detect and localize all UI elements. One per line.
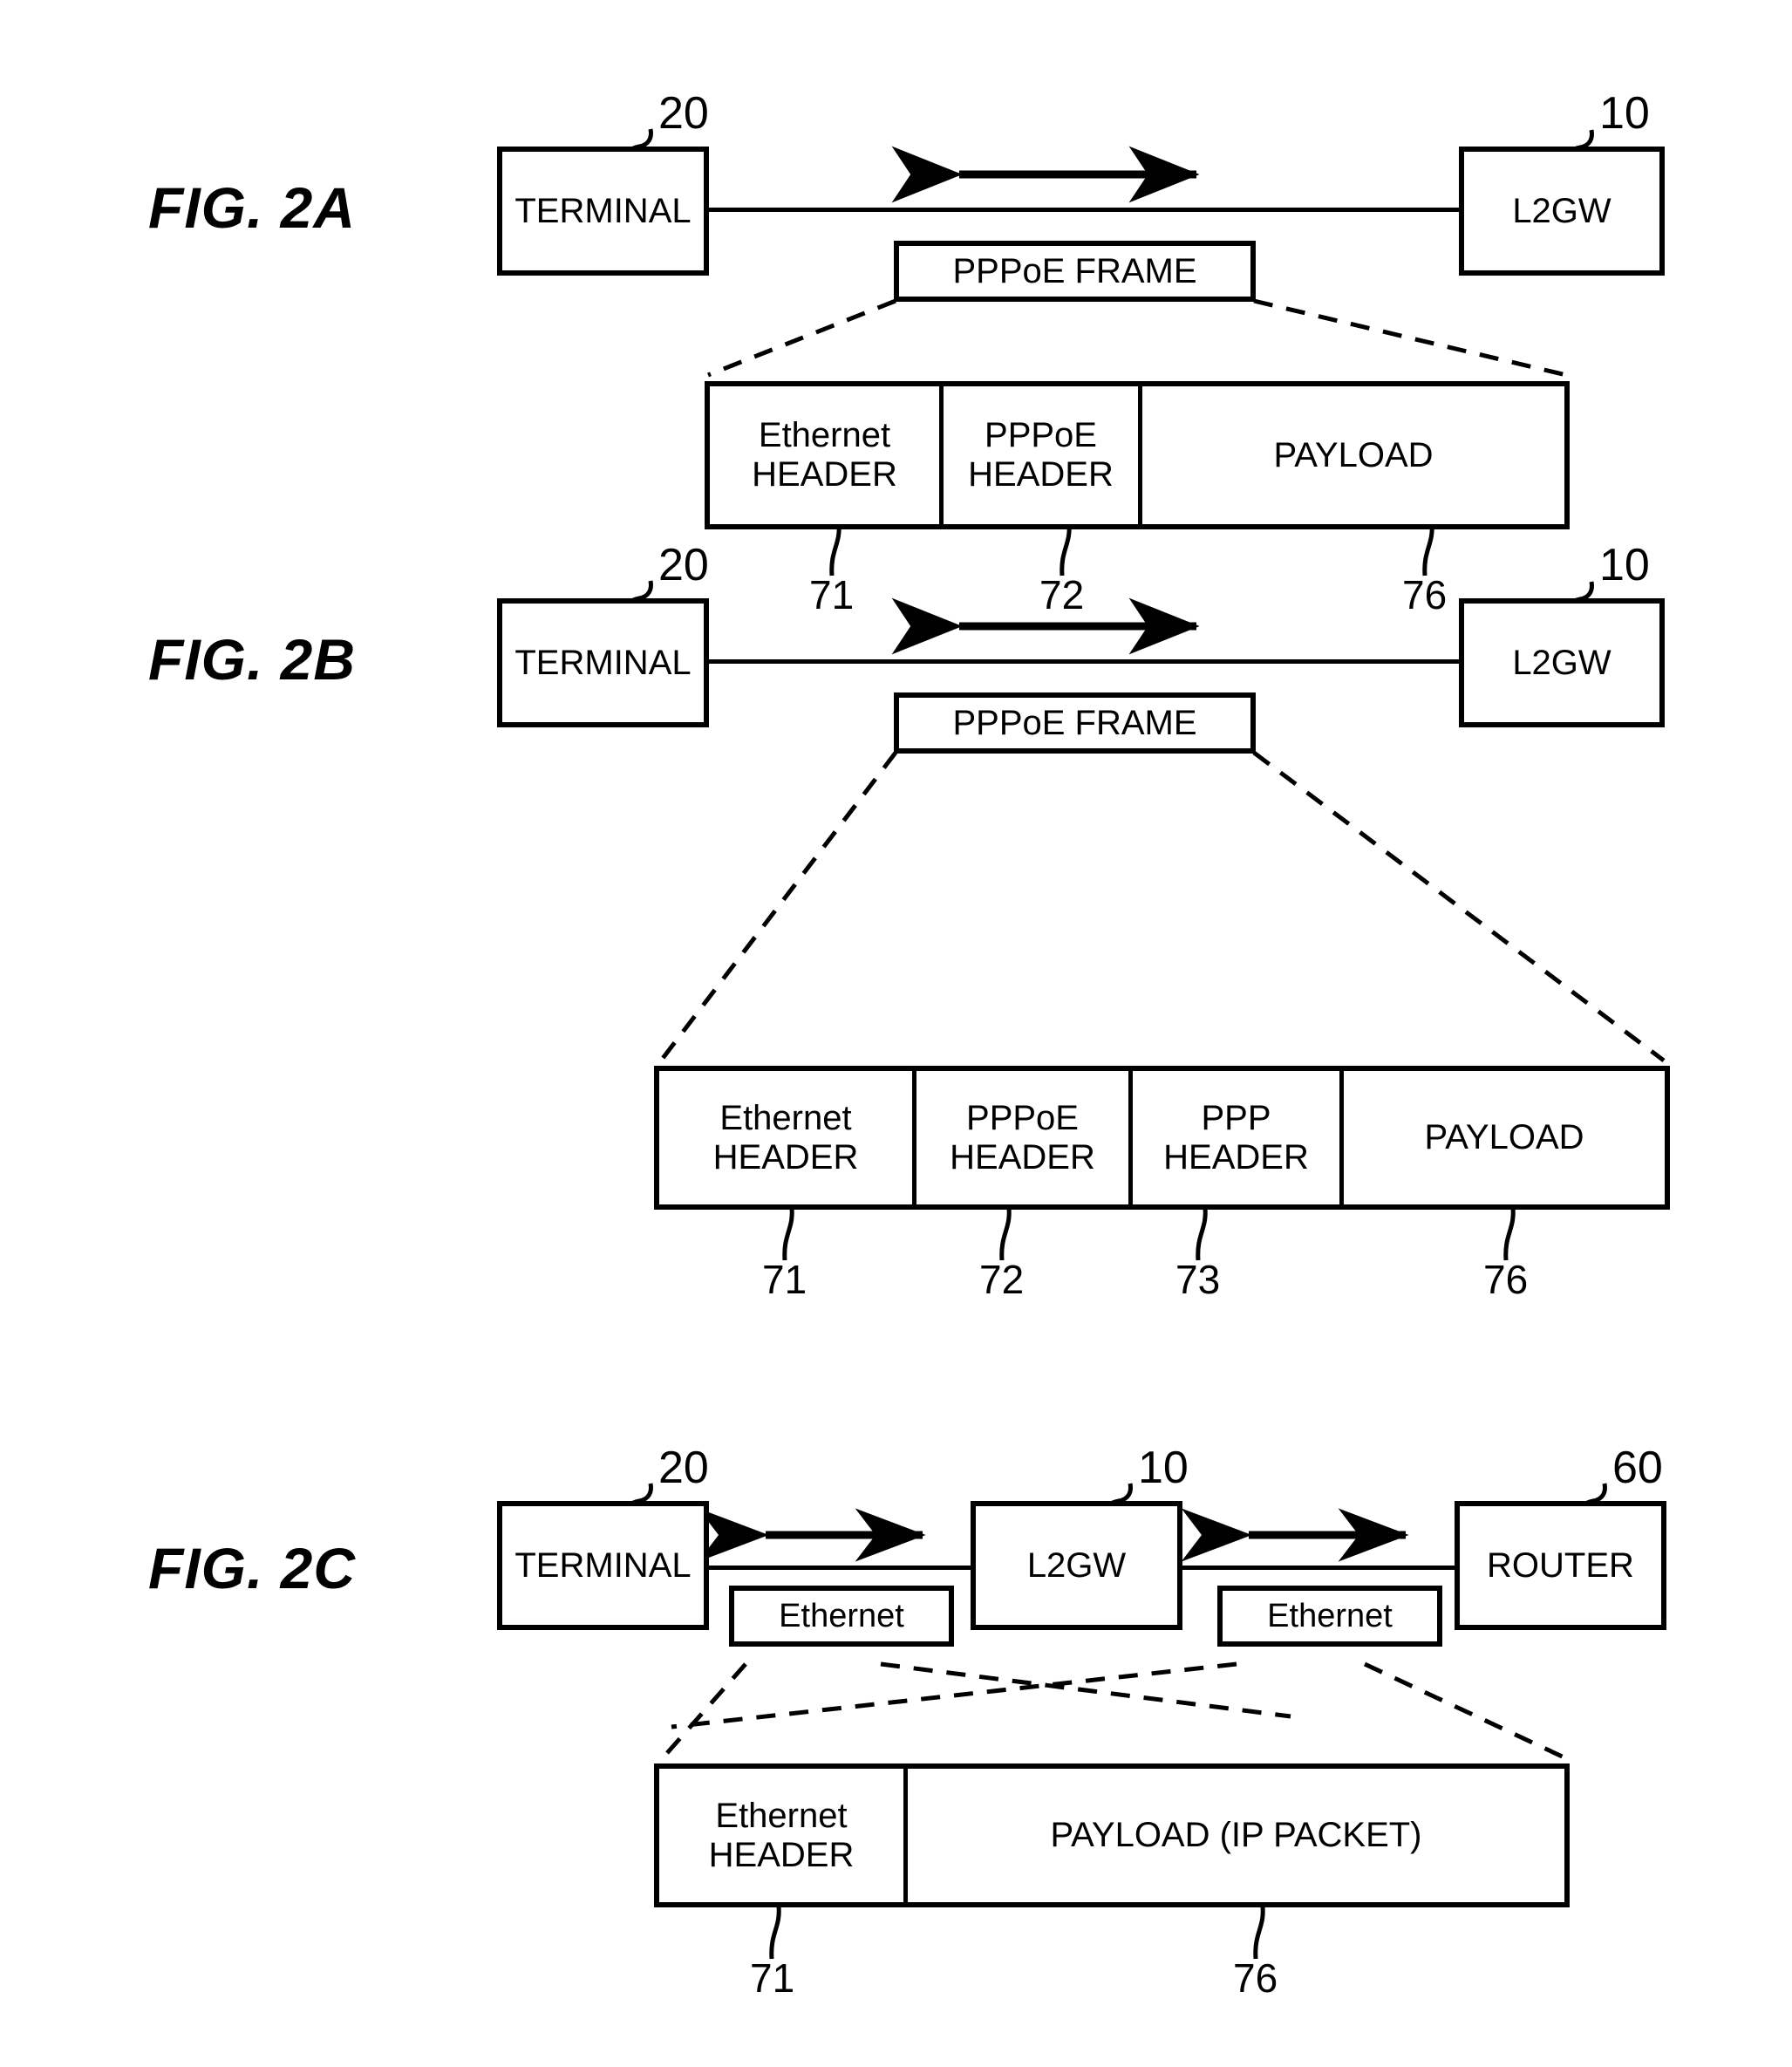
packet-cell-ethernet-header-fig2a: Ethernet HEADER [710,386,944,524]
refnum-76-fig2a: 76 [1402,572,1448,617]
callout-dash-c-fig2c [671,1661,1237,1729]
refnum-10-fig2c: 10 [1138,1443,1189,1493]
tick-73-fig2b [1196,1207,1208,1261]
link-terminal-l2gw-fig2c [703,1566,973,1570]
packet-cell-ethernet-header-fig2b: Ethernet HEADER [659,1071,916,1204]
packet-cell-payload-ip-fig2c: PAYLOAD (IP PACKET) [908,1769,1564,1902]
tick-71-fig2a [829,522,841,576]
callout-pppoe-frame-label-fig2a: PPPoE FRAME [952,251,1197,290]
refnum-20-fig2c: 20 [658,1443,709,1493]
tick-76-fig2c [1253,1906,1265,1960]
tick-72-fig2a [1060,522,1072,576]
packet-structure-fig2c: Ethernet HEADER PAYLOAD (IP PACKET) [654,1763,1570,1907]
refnum-10-fig2b: 10 [1599,540,1650,590]
packet-cell-payload-fig2a: PAYLOAD [1142,386,1564,524]
packet-cell-line1: PAYLOAD [1273,435,1434,474]
node-terminal-label-fig2b: TERMINAL [514,643,692,682]
packet-structure-fig2a: Ethernet HEADER PPPoE HEADER PAYLOAD [705,381,1570,529]
node-terminal-label-fig2c: TERMINAL [514,1545,692,1585]
node-l2gw-label-fig2a: L2GW [1512,191,1611,230]
callout-dash-a-fig2c [659,1662,747,1762]
callout-ethernet-right-label-fig2c: Ethernet [1267,1597,1393,1634]
node-l2gw-label-fig2c: L2GW [1026,1545,1127,1585]
refnum-20-fig2a: 20 [658,88,709,139]
tick-76-fig2b [1503,1207,1516,1261]
packet-cell-line2: HEADER [708,1835,855,1874]
callout-pppoe-frame-fig2b: PPPoE FRAME [894,692,1256,754]
callout-ethernet-right-fig2c: Ethernet [1217,1586,1442,1647]
tick-76-fig2a [1422,522,1434,576]
patent-figure-page: FIG. 2A TERMINAL 20 L2GW 10 PPPoE FRAME … [0,0,1792,2067]
refnum-71-fig2b: 71 [762,1257,807,1302]
packet-cell-line2: HEADER [1163,1137,1309,1177]
packet-cell-line2: HEADER [950,1137,1095,1177]
figure-line-overlay [610,128,1666,1960]
refnum-71-fig2c: 71 [750,1955,795,2001]
packet-cell-line1: PPP [1201,1098,1271,1137]
node-terminal-fig2b: TERMINAL [497,598,709,727]
node-terminal-label-fig2a: TERMINAL [514,191,692,230]
figure-label-2b: FIG. 2B [148,627,357,692]
callout-pppoe-frame-label-fig2b: PPPoE FRAME [952,703,1197,742]
link-terminal-l2gw-fig2b [703,659,1462,664]
node-terminal-fig2a: TERMINAL [497,147,709,276]
link-l2gw-router-fig2c [1182,1566,1459,1570]
packet-cell-line1: PAYLOAD (IP PACKET) [1050,1816,1422,1855]
refnum-76-fig2b: 76 [1483,1257,1529,1302]
tick-71-fig2b [782,1207,794,1261]
callout-dash-d-fig2c [1363,1661,1571,1763]
packet-cell-payload-fig2b: PAYLOAD [1344,1071,1665,1204]
callout-dash-right-fig2a [1253,298,1567,378]
packet-cell-ppp-header-fig2b: PPP HEADER [1133,1071,1344,1204]
packet-cell-line1: Ethernet [715,1796,848,1835]
callout-dash-left-fig2a [707,298,896,378]
tick-72-fig2b [999,1207,1012,1261]
node-l2gw-label-fig2b: L2GW [1512,643,1611,682]
packet-cell-line1: Ethernet [758,416,891,455]
refnum-71-fig2a: 71 [809,572,855,617]
refnum-72-fig2a: 72 [1039,572,1085,617]
packet-cell-line2: HEADER [968,455,1114,494]
callout-ethernet-left-label-fig2c: Ethernet [779,1597,904,1634]
refnum-72-fig2b: 72 [979,1257,1025,1302]
callout-ethernet-left-fig2c: Ethernet [729,1586,954,1647]
tick-71-fig2c [769,1906,781,1960]
callout-dash-left-fig2b [659,751,897,1062]
node-terminal-fig2c: TERMINAL [497,1501,709,1630]
node-l2gw-fig2a: L2GW [1459,147,1665,276]
callout-dash-b-fig2c [880,1661,1291,1719]
packet-cell-line1: Ethernet [719,1098,852,1137]
packet-cell-pppoe-header-fig2b: PPPoE HEADER [916,1071,1133,1204]
packet-cell-line1: PPPoE [985,416,1097,455]
refnum-60-fig2c: 60 [1612,1443,1663,1493]
callout-dash-right-fig2b [1252,751,1666,1062]
refnum-10-fig2a: 10 [1599,88,1650,139]
packet-cell-line2: HEADER [752,455,897,494]
node-l2gw-fig2c: L2GW [971,1501,1182,1630]
packet-cell-pppoe-header-fig2a: PPPoE HEADER [944,386,1142,524]
refnum-76-fig2c: 76 [1233,1955,1278,2001]
callout-pppoe-frame-fig2a: PPPoE FRAME [894,241,1256,302]
packet-cell-line1: PAYLOAD [1424,1118,1584,1157]
node-router-label-fig2c: ROUTER [1487,1545,1634,1585]
refnum-73-fig2b: 73 [1175,1257,1221,1302]
figure-label-2c: FIG. 2C [148,1536,357,1600]
link-terminal-l2gw-fig2a [703,208,1462,212]
packet-cell-ethernet-header-fig2c: Ethernet HEADER [659,1769,908,1902]
node-router-fig2c: ROUTER [1455,1501,1666,1630]
packet-cell-line1: PPPoE [966,1098,1079,1137]
packet-cell-line2: HEADER [712,1137,859,1177]
refnum-20-fig2b: 20 [658,540,709,590]
packet-structure-fig2b: Ethernet HEADER PPPoE HEADER PPP HEADER … [654,1066,1670,1210]
figure-label-2a: FIG. 2A [148,175,357,240]
node-l2gw-fig2b: L2GW [1459,598,1665,727]
